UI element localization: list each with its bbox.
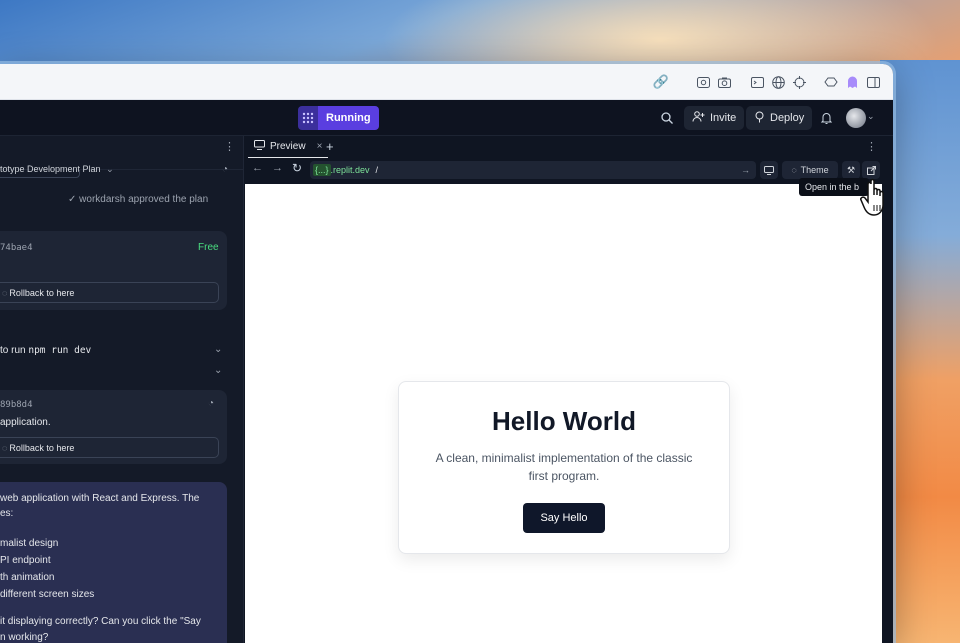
device-toggle-button[interactable] bbox=[760, 161, 778, 179]
hello-card: Hello World A clean, minimalist implemen… bbox=[398, 381, 730, 554]
url-toolbar: ← → ↻ {...} .replit.dev / → ◌ Theme ⚒ bbox=[244, 158, 882, 184]
open-new-tab-button[interactable] bbox=[862, 161, 880, 179]
monitor-icon bbox=[254, 140, 265, 153]
message-line: it displaying correctly? Can you click t… bbox=[0, 616, 201, 627]
link-icon[interactable]: 🔗 bbox=[652, 73, 670, 91]
tab-bar: Preview × + ⋮ bbox=[244, 136, 882, 158]
bell-icon[interactable] bbox=[817, 109, 835, 127]
more-options-icon[interactable]: ⋮ bbox=[866, 140, 877, 153]
forward-icon[interactable]: → bbox=[272, 162, 283, 174]
terminal-icon[interactable] bbox=[748, 73, 766, 91]
history-icon: ◌ bbox=[2, 442, 8, 453]
rollback-button[interactable]: ◌ Rollback to here bbox=[0, 437, 219, 458]
run-instruction: to run npm run dev bbox=[0, 345, 91, 356]
url-host: {...} bbox=[313, 164, 331, 176]
tooltip-text: Open in the b bbox=[805, 182, 860, 192]
theme-button[interactable]: ◌ Theme bbox=[782, 161, 838, 179]
collapsed-button-edge bbox=[0, 170, 80, 178]
rollback-label: Rollback to here bbox=[9, 442, 75, 453]
checkpoint-hash: 74bae4 bbox=[0, 243, 33, 253]
wrench-icon: ⚒ bbox=[846, 164, 856, 175]
message-bullet: malist design bbox=[0, 538, 59, 549]
approval-note: ✓ workdarsh approved the plan bbox=[68, 194, 208, 205]
approval-text: workdarsh approved the plan bbox=[79, 194, 209, 205]
crosshair-icon[interactable] bbox=[790, 73, 808, 91]
rollback-button[interactable]: ◌ Rollback to here bbox=[0, 282, 219, 303]
hand-cursor-icon bbox=[860, 178, 884, 216]
close-icon[interactable]: × bbox=[317, 141, 323, 152]
checkpoint-hash: 89b8d4 bbox=[0, 400, 33, 410]
invite-button[interactable]: Invite bbox=[684, 106, 745, 130]
tab-label: Preview bbox=[270, 141, 306, 152]
devtools-button[interactable]: ⚒ bbox=[842, 161, 860, 179]
extensions-icon[interactable] bbox=[822, 73, 840, 91]
chevron-down-icon[interactable]: ⌄ bbox=[214, 365, 222, 376]
browser-toolbar: 🔗 bbox=[0, 64, 893, 100]
agent-message: web application with React and Express. … bbox=[0, 482, 227, 643]
go-icon[interactable]: → bbox=[741, 165, 750, 175]
message-bullet: different screen sizes bbox=[0, 589, 95, 600]
more-options-icon[interactable]: ⋮ bbox=[224, 140, 235, 153]
run-button[interactable]: Running bbox=[318, 106, 379, 130]
app-window: 🔗 Running Invite Deploy ⌄ ⋮ totype Devel… bbox=[0, 64, 893, 643]
external-link-icon bbox=[866, 165, 876, 175]
tooltip: Open in the b bbox=[799, 178, 869, 196]
globe-icon[interactable] bbox=[769, 73, 787, 91]
checkpoint-card: 89b8d4 ◔ application. ◌ Rollback to here bbox=[0, 390, 227, 464]
say-hello-button[interactable]: Say Hello bbox=[523, 503, 605, 533]
app-header: Running Invite Deploy ⌄ bbox=[0, 100, 893, 136]
chevron-down-icon[interactable]: ⌄ bbox=[867, 111, 875, 122]
preview-viewport: Hello World A clean, minimalist implemen… bbox=[245, 184, 882, 643]
deploy-button[interactable]: Deploy bbox=[746, 106, 813, 130]
chevron-down-icon: ⌄ bbox=[106, 164, 114, 174]
deploy-label: Deploy bbox=[770, 112, 805, 124]
check-icon: ✓ bbox=[68, 194, 77, 205]
tab-preview[interactable]: Preview × bbox=[248, 136, 329, 158]
theme-label: Theme bbox=[800, 165, 829, 175]
preview-panel: Preview × + ⋮ ← → ↻ {...} .replit.dev / … bbox=[243, 136, 882, 643]
rollback-label: Rollback to here bbox=[9, 287, 75, 298]
message-bullet: PI endpoint bbox=[0, 555, 51, 566]
chevron-down-icon[interactable]: ⌄ bbox=[214, 344, 222, 355]
gauge-icon: ◔ bbox=[208, 398, 215, 409]
page-description: A clean, minimalist implementation of th… bbox=[435, 451, 693, 483]
invite-label: Invite bbox=[710, 112, 737, 124]
checkpoint-description: application. bbox=[0, 417, 51, 428]
url-input[interactable]: {...} .replit.dev / → bbox=[310, 161, 756, 179]
screenshot-icon[interactable] bbox=[694, 73, 712, 91]
gauge-icon: ◔ bbox=[222, 164, 229, 175]
new-tab-icon[interactable]: + bbox=[326, 139, 334, 154]
chat-panel: ⋮ totype Development Plan ⌄ ◔ ✓ workdars… bbox=[0, 136, 243, 643]
message-line: web application with React and Express. … bbox=[0, 493, 200, 504]
chat-panel-header: ⋮ totype Development Plan ⌄ ◔ bbox=[0, 136, 243, 175]
palette-icon: ◌ bbox=[791, 165, 797, 175]
message-line: es: bbox=[0, 508, 14, 519]
monitor-icon bbox=[764, 165, 774, 175]
checkpoint-card: 74bae4 Free ◌ Rollback to here bbox=[0, 231, 227, 310]
camera-icon[interactable] bbox=[715, 73, 733, 91]
reload-icon[interactable]: ↻ bbox=[292, 161, 302, 175]
stop-icon[interactable] bbox=[298, 106, 318, 130]
message-line: n working? bbox=[0, 632, 49, 643]
deploy-icon bbox=[754, 111, 765, 126]
sidebar-toggle-icon[interactable] bbox=[864, 73, 882, 91]
add-user-icon bbox=[692, 111, 705, 125]
price-badge: Free bbox=[198, 242, 219, 253]
message-bullet: th animation bbox=[0, 572, 55, 583]
ghost-icon[interactable] bbox=[843, 73, 861, 91]
run-control[interactable]: Running bbox=[298, 106, 379, 130]
url-path: / bbox=[375, 165, 379, 175]
run-command: npm run dev bbox=[28, 345, 92, 356]
url-domain: .replit.dev bbox=[330, 165, 370, 175]
page-heading: Hello World bbox=[492, 406, 636, 436]
back-icon[interactable]: ← bbox=[252, 162, 263, 174]
run-prefix: to run bbox=[0, 345, 29, 356]
avatar[interactable] bbox=[846, 108, 866, 128]
search-icon[interactable] bbox=[658, 109, 676, 127]
history-icon: ◌ bbox=[2, 287, 8, 298]
